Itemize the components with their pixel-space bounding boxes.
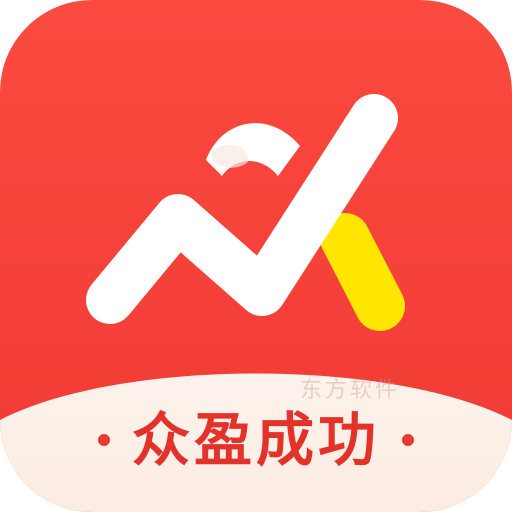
app-icon-canvas: 东方软件 众盈成功: [0, 0, 512, 512]
watermark-text: 东方软件: [300, 378, 401, 403]
logo-yellow-stroke: [320, 213, 405, 331]
app-name: 众盈成功: [131, 406, 380, 474]
app-name-row: 众盈成功: [0, 408, 512, 472]
left-dot-icon: [97, 434, 110, 446]
right-dot-icon: [402, 434, 414, 446]
